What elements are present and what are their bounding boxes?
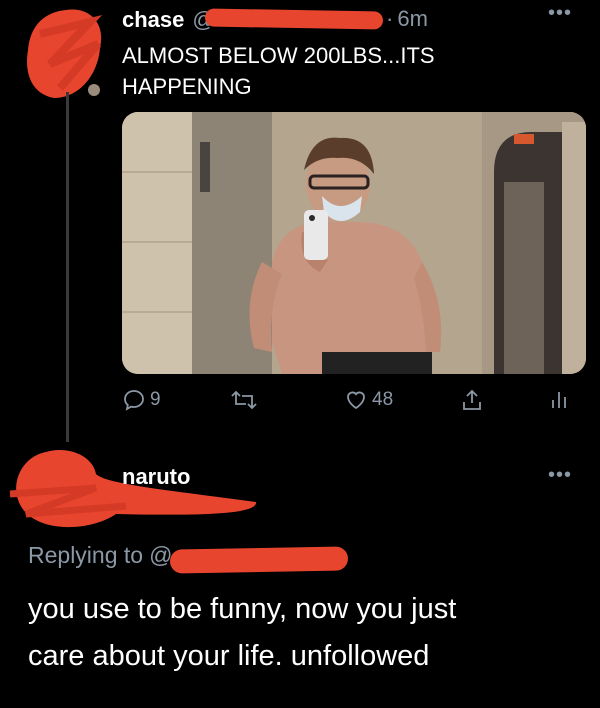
like-action[interactable]: 48	[344, 388, 393, 412]
handle-redaction	[204, 8, 384, 30]
separator-dot: ·	[386, 6, 394, 31]
reply-action[interactable]: 9	[122, 388, 161, 412]
replying-to-label: Replying to	[28, 542, 144, 568]
retweet-icon	[231, 390, 257, 410]
tweet-time[interactable]: 6m	[397, 6, 428, 32]
reply-text-line: care about your life. unfollowed	[28, 640, 430, 672]
tweet-text: ALMOST BELOW 200LBS...ITS HAPPENING	[122, 40, 435, 102]
replying-to: Replying to @	[28, 542, 172, 569]
gym-mirror-selfie-image	[122, 112, 586, 374]
tweet-time-group: · 6m	[386, 6, 428, 32]
reply-text: you use to be funny, now you just care a…	[28, 586, 456, 680]
tweet-actions: 9 48	[122, 388, 572, 418]
replying-to-handle-redaction	[169, 546, 349, 574]
stats-icon	[552, 392, 566, 408]
author-name[interactable]: chase	[122, 7, 184, 33]
more-icon[interactable]: •••	[548, 2, 572, 25]
thread-connector-line	[66, 92, 69, 442]
share-action[interactable]	[460, 388, 484, 412]
tweet-photo[interactable]	[122, 112, 586, 374]
reply-count: 9	[150, 389, 161, 410]
retweet-action[interactable]	[230, 388, 258, 412]
share-icon	[463, 389, 481, 410]
tweet-text-line: ALMOST BELOW 200LBS...ITS	[122, 43, 435, 68]
heart-icon	[347, 391, 365, 410]
reply-more-icon[interactable]: •••	[548, 464, 572, 487]
reply-author-name[interactable]: naruto	[122, 464, 190, 490]
like-count: 48	[372, 389, 394, 410]
reply-icon	[124, 390, 144, 411]
avatar-redaction-scribble	[27, 9, 103, 98]
tweet-text-line: HAPPENING	[122, 74, 252, 99]
reply-text-line: you use to be funny, now you just	[28, 593, 457, 625]
replying-to-handle-at[interactable]: @	[149, 542, 172, 569]
avatar[interactable]	[20, 4, 112, 104]
stats-action[interactable]	[550, 388, 570, 412]
tweet-header: chase @	[122, 6, 215, 34]
